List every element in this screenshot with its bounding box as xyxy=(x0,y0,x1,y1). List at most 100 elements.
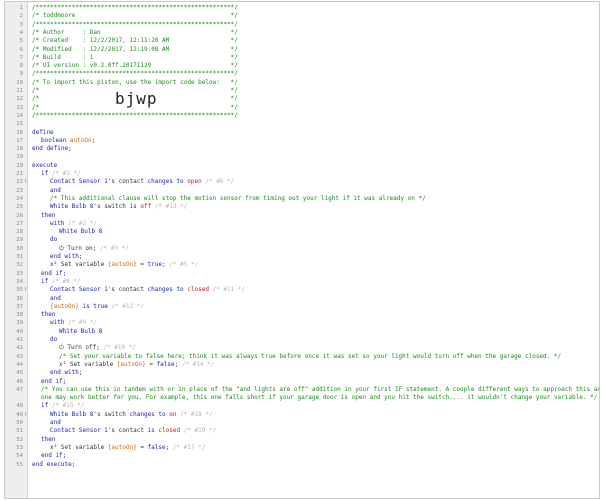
code-token: Contact Sensor 1 xyxy=(50,178,108,186)
line-number: 1 xyxy=(19,5,23,11)
code-token: then xyxy=(41,211,56,219)
code-token: contact xyxy=(118,286,144,294)
code-line: 51 Contact Sensor 1's contact is closed /… xyxy=(5,427,599,435)
code-token: autoOn xyxy=(69,136,92,144)
code-token: and xyxy=(50,186,61,194)
code-line: 22! Contact Sensor 1's contact changes to… xyxy=(5,178,599,186)
code-token: /* Set your variable to false here; thin… xyxy=(59,352,562,360)
code-token: /* You can use this in tandem with or in… xyxy=(41,385,600,393)
code-line: 34 if /* #8 */ xyxy=(5,278,599,286)
code-line: 36 and xyxy=(5,295,599,303)
line-number: 25 xyxy=(16,204,23,211)
code-text: end if; xyxy=(41,378,66,386)
code-token: if xyxy=(41,277,52,285)
code-text: /* Build : 1 */ xyxy=(32,54,238,62)
code-token: boolean xyxy=(41,136,70,144)
code-token: closed xyxy=(158,427,181,435)
code-token: /* This additional clause will stop the … xyxy=(50,194,426,202)
code-token: = xyxy=(136,261,148,269)
code-line: 50 and xyxy=(5,419,599,427)
code-text: ⏻ Turn off; /* #10 */ xyxy=(59,344,136,352)
code-line: 23 and xyxy=(5,187,599,195)
line-number: 36 xyxy=(16,295,23,302)
code-line: 26 then xyxy=(5,212,599,220)
code-line: 40 White Bulb 8 xyxy=(5,328,599,336)
code-line: 35! Contact Sensor 1's contact changes to… xyxy=(5,286,599,294)
line-number: 30 xyxy=(16,245,23,252)
code-line: 10 /* To import this piston, use the impo… xyxy=(5,79,599,87)
code-line: 13/* */ xyxy=(5,104,599,112)
code-line: 44 x² Set variable {autoOn} = false; /* #… xyxy=(5,361,599,369)
line-number: 28 xyxy=(16,229,23,236)
line-number: 19 xyxy=(16,154,23,161)
code-line: 54 end if; xyxy=(5,452,599,460)
code-token: /* #15 */ xyxy=(51,402,85,410)
code-token: /* Modified : 12/2/2017, 12:19:08 AM */ xyxy=(32,45,238,53)
code-line: 49! White Bulb 8's switch changes to on /… xyxy=(5,411,599,419)
code-token: false xyxy=(147,443,166,451)
code-text: one may work better for you. For example… xyxy=(41,394,597,402)
trigger-marker-icon: ! xyxy=(24,411,28,418)
code-token: /* #2 */ xyxy=(68,219,97,227)
code-token: 's xyxy=(107,427,119,435)
code-text: /***************************************… xyxy=(32,70,238,78)
code-token: White Bulb 8 xyxy=(50,410,94,418)
code-line: 7 /* Build : 1 */ xyxy=(5,54,599,62)
code-text: /* Modified : 12/2/2017, 12:19:08 AM */ xyxy=(32,46,238,54)
code-token: one may work better for you. For example… xyxy=(41,394,598,402)
code-line: 6 /* Modified : 12/2/2017, 12:19:08 AM */ xyxy=(5,46,599,54)
code-text: and xyxy=(50,419,61,427)
code-token: execute xyxy=(32,161,58,169)
code-token: Turn on; xyxy=(67,244,97,252)
code-text: White Bulb 8 xyxy=(59,228,102,236)
code-line: 37 {autoOn} is true /* #12 */ xyxy=(5,303,599,311)
code-line: 27 with /* #2 */ xyxy=(5,220,599,228)
code-text: Contact Sensor 1's contact changes to cl… xyxy=(50,286,245,294)
code-token: /* #6 */ xyxy=(201,178,235,186)
code-token: 's xyxy=(107,286,119,294)
code-line: 53 x² Set variable {autoOn} = false; /* #… xyxy=(5,444,599,452)
code-text: if /* #1 */ xyxy=(41,170,81,178)
code-line: 3 /**************************************… xyxy=(5,21,599,29)
code-text: x² Set variable {autoOn} = false; /* #17… xyxy=(50,444,205,452)
code-token: /* Author : Dan */ xyxy=(32,28,238,36)
code-line: 9 /**************************************… xyxy=(5,70,599,78)
code-line: 4 /* Author : Dan */ xyxy=(5,29,599,37)
code-token: /* #19 */ xyxy=(180,427,217,435)
code-line: 38 then xyxy=(5,311,599,319)
code-text: end with; xyxy=(50,369,83,377)
line-number: 16 xyxy=(16,129,23,136)
code-token: /* #1 */ xyxy=(51,170,81,177)
line-number: 15 xyxy=(16,121,23,128)
code-token: = xyxy=(136,443,148,451)
line-number: 20 xyxy=(16,162,23,169)
code-token: with xyxy=(50,319,69,327)
code-token: {autoOn} xyxy=(107,443,137,451)
line-number: 3 xyxy=(19,21,23,28)
line-number: 32 xyxy=(16,262,23,269)
code-line: 45 end with; xyxy=(5,369,599,377)
line-number: 52 xyxy=(16,436,23,443)
code-line: 52 then xyxy=(5,436,599,444)
code-line: 29 do xyxy=(5,236,599,244)
code-token: changes to xyxy=(143,178,188,186)
line-number: 35 xyxy=(16,287,23,294)
code-token: /* toddmoore */ xyxy=(32,12,238,20)
code-line: 5 /* Created : 12/2/2017, 12:11:26 AM */ xyxy=(5,37,599,45)
code-text: with /* #9 */ xyxy=(50,319,97,327)
code-line: 31 end with; xyxy=(5,253,599,261)
code-line: 2 /* toddmoore */ xyxy=(5,12,599,20)
line-number: 11 xyxy=(16,88,23,94)
code-token: /* #14 */ xyxy=(178,360,215,368)
code-token: define xyxy=(32,128,54,136)
code-line: 28 White Bulb 8 xyxy=(5,228,599,236)
code-token: is xyxy=(125,203,141,211)
code-token: end with; xyxy=(50,369,83,377)
line-number: 54 xyxy=(16,453,23,460)
code-text: /* To import this piston, use the import… xyxy=(32,79,238,87)
line-number: 39 xyxy=(16,320,23,327)
code-token: x² Set variable xyxy=(59,360,117,368)
code-line: 8 /* UI version : v0.2.0ff.20171129 */ xyxy=(5,62,599,70)
code-token: /* #8 */ xyxy=(51,277,81,285)
code-text: Contact Sensor 1's contact is closed /* … xyxy=(50,427,216,435)
